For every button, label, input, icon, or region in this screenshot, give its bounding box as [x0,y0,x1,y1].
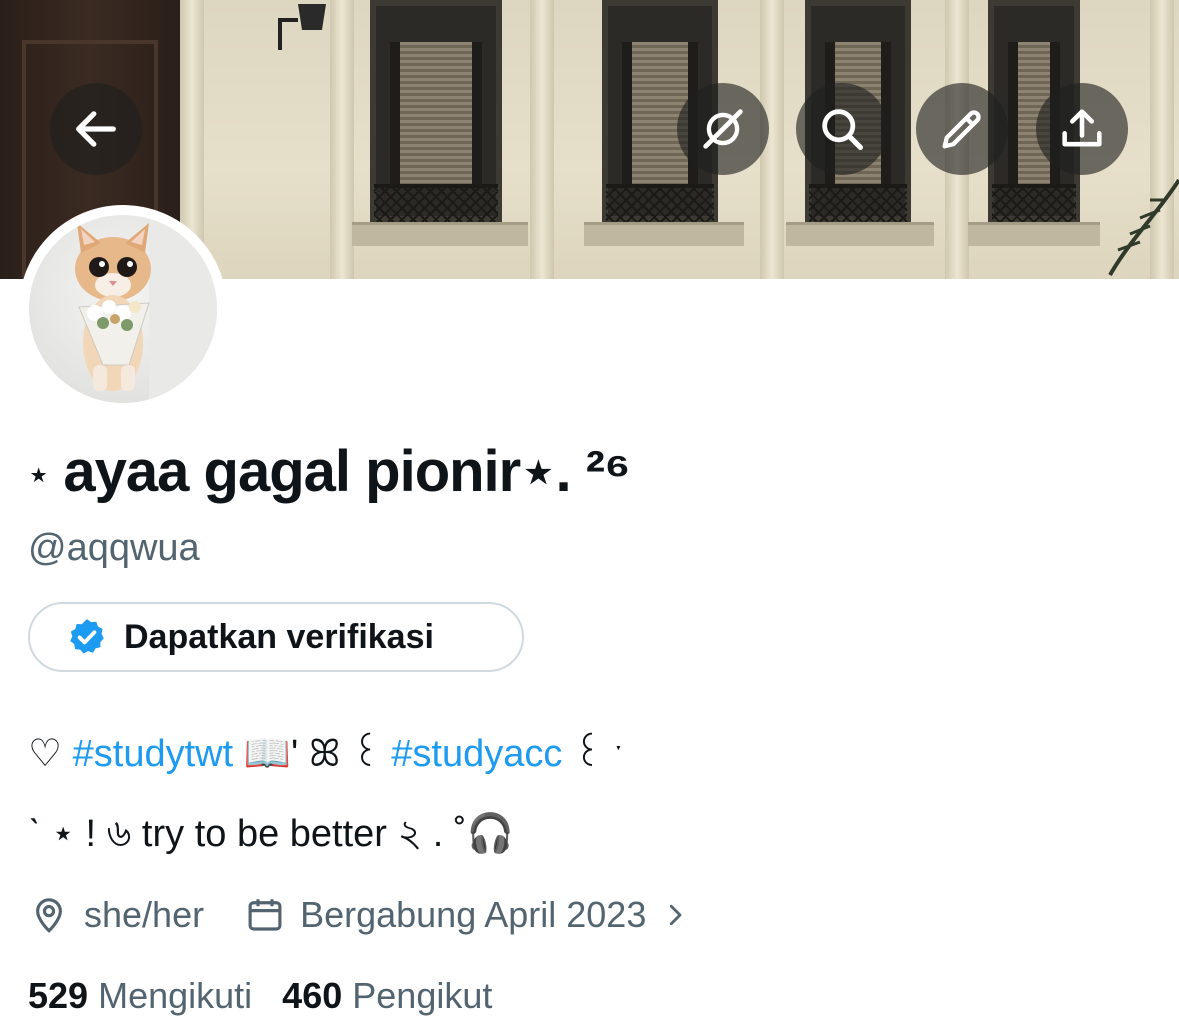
heart-symbol: ♡ [28,733,63,775]
back-button[interactable] [50,83,142,175]
username-handle: @aqqwua [28,527,200,569]
display-name-suffix: ⋆. ²⁶ [520,439,631,504]
bio-line-1: ♡ #studytwt 📖' ꕤ ꒰ #studyacc ꒰ ˑ [28,726,624,776]
location-text: she/her [84,894,205,935]
share-button[interactable] [1036,83,1128,175]
bio-line-2: ˋ ⋆ ! ৬ try to be better ২ . ˚🎧 [28,813,514,855]
profile-meta-row: she/her Bergabung April 2023 [28,888,690,942]
edit-profile-button[interactable] [916,83,1008,175]
chevron-right-icon [670,904,682,926]
unmute-button[interactable] [677,83,769,175]
eye-slash-icon [703,109,743,149]
pencil-icon [942,110,981,149]
bio-decoration: 📖' ꕤ ꒰ [243,733,392,775]
get-verified-button[interactable]: Dapatkan verifikasi [28,602,524,672]
search-button[interactable] [796,83,888,175]
display-name-prefix: ⋆ [28,455,49,494]
location-item: she/her [28,894,204,936]
kitten-with-bouquet-image [75,215,217,403]
wall-lamp [278,4,326,50]
location-pin-icon [36,898,62,933]
display-name: ⋆ ayaa gagal pionir⋆. ²⁶ [28,439,631,504]
joined-date-text: Bergabung April 2023 [300,894,647,935]
followers-count: 460 [282,975,343,1016]
avatar-image [29,215,217,403]
share-icon [1062,109,1102,147]
followers-label: Pengikut [352,975,493,1016]
following-link[interactable]: 529 Mengikuti [28,975,252,1017]
following-label: Mengikuti [98,975,253,1016]
hashtag-studyacc-link[interactable]: #studyacc [391,733,562,775]
follow-stats: 529 Mengikuti 460 Pengikut [28,975,492,1017]
calendar-icon [248,899,282,931]
avatar[interactable] [19,205,227,413]
display-name-text: ayaa gagal pionir [48,439,521,504]
tree-branch [1108,178,1179,276]
joined-date-item[interactable]: Bergabung April 2023 [244,894,690,936]
get-verified-label: Dapatkan verifikasi [124,617,434,656]
followers-link[interactable]: 460 Pengikut [282,975,492,1017]
verified-badge-icon [70,619,104,654]
bio-decoration-end: ꒰ ˑ [562,733,624,775]
following-count: 529 [28,975,89,1016]
search-icon [822,109,864,151]
arrow-left-icon [76,111,116,147]
hashtag-studytwt-link[interactable]: #studytwt [73,733,234,775]
